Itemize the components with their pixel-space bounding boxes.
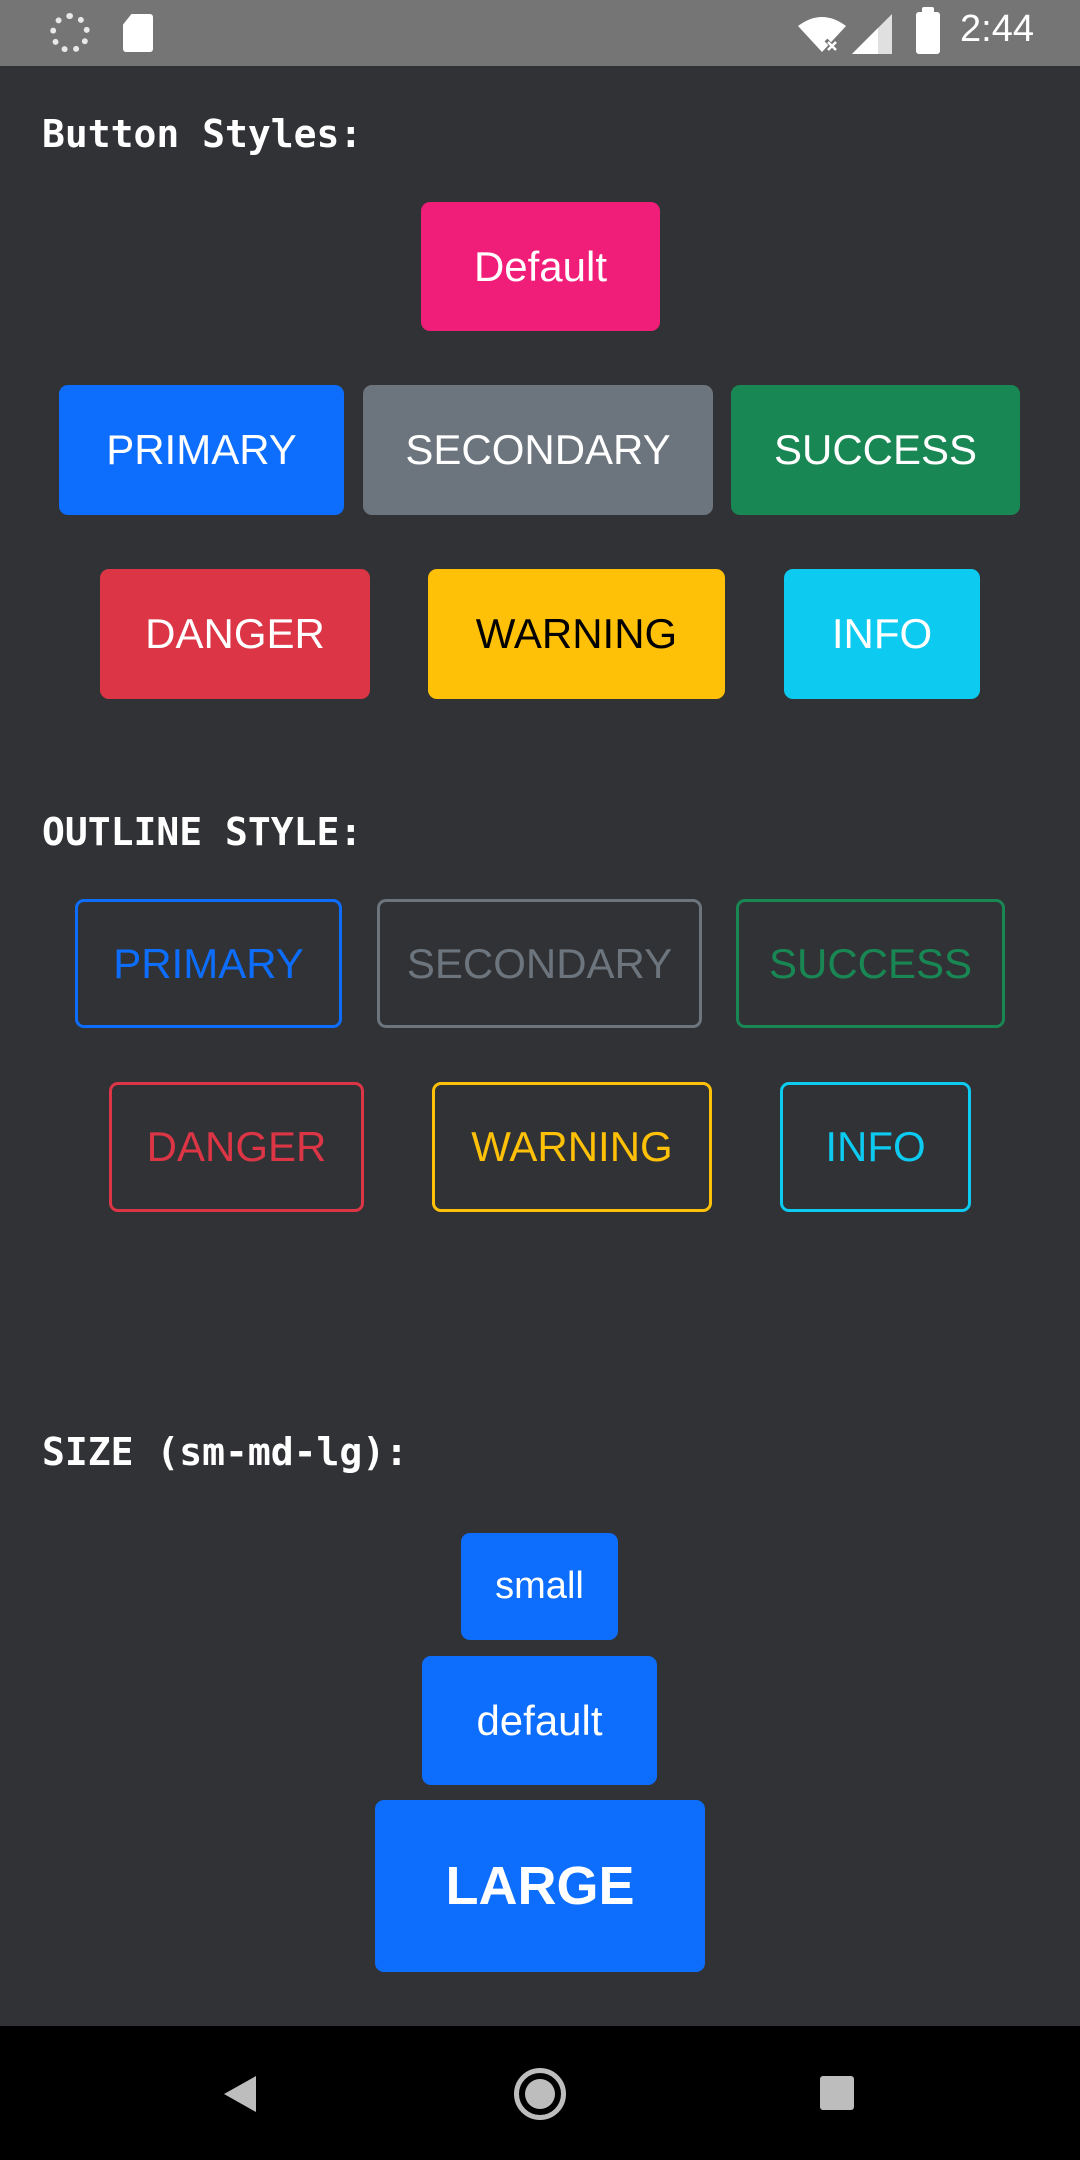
section-title-outline-style: OUTLINE STYLE: [42,810,363,854]
status-bar: 2:44 [0,0,1080,66]
sync-icon [50,13,90,53]
section-title-button-styles: Button Styles: [42,112,363,156]
recents-icon[interactable] [820,2076,854,2110]
signal-icon [852,14,892,54]
sd-card-icon [123,14,153,52]
info-button[interactable]: INFO [784,569,980,699]
wifi-off-icon [798,17,846,54]
back-icon[interactable] [224,2076,256,2112]
outline-info-button[interactable]: INFO [780,1082,971,1212]
primary-button[interactable]: PRIMARY [59,385,344,515]
navigation-bar [0,2026,1080,2160]
outline-secondary-button[interactable]: SECONDARY [377,899,702,1028]
default-size-button[interactable]: default [422,1656,657,1785]
outline-danger-button[interactable]: DANGER [109,1082,364,1212]
outline-warning-button[interactable]: WARNING [432,1082,712,1212]
status-time: 2:44 [960,8,1034,50]
battery-icon [916,7,940,54]
outline-primary-button[interactable]: PRIMARY [75,899,342,1028]
warning-button[interactable]: WARNING [428,569,725,699]
secondary-button[interactable]: SECONDARY [363,385,713,515]
success-button[interactable]: SUCCESS [731,385,1020,515]
default-button[interactable]: Default [421,202,660,331]
danger-button[interactable]: DANGER [100,569,370,699]
outline-success-button[interactable]: SUCCESS [736,899,1005,1028]
large-button[interactable]: LARGE [375,1800,705,1972]
home-icon[interactable] [514,2068,566,2120]
section-title-size: SIZE (sm-md-lg): [42,1430,409,1474]
small-button[interactable]: small [461,1533,618,1640]
